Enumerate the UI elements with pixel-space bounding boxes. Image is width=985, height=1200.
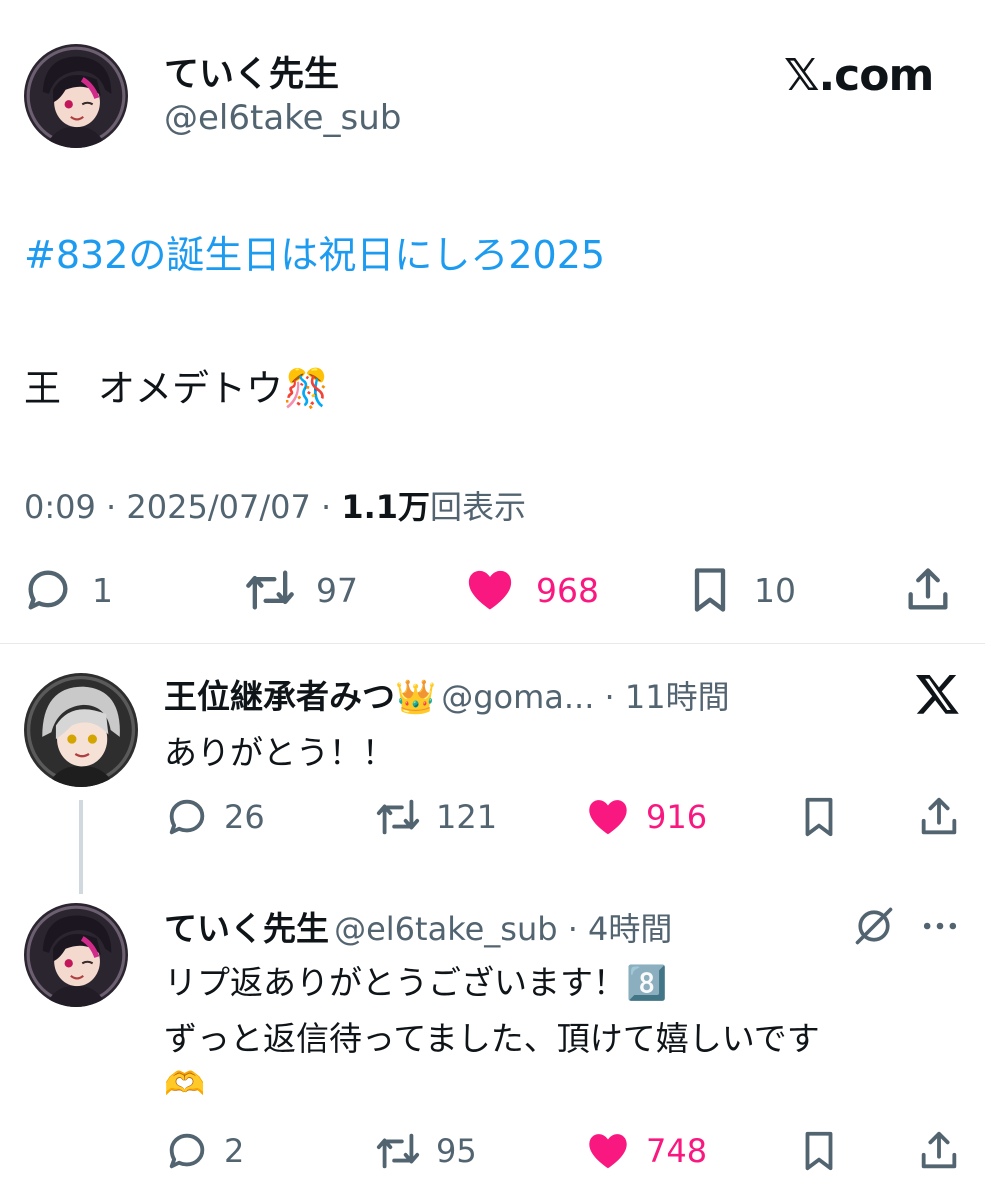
- reply-text: ありがとう！！: [164, 733, 395, 772]
- bookmark-icon: [796, 1128, 842, 1174]
- reply-text-line-3: 🫶: [164, 1064, 206, 1103]
- reply-count: 1: [92, 570, 113, 610]
- tweet-time[interactable]: 0:09: [24, 488, 96, 526]
- reply-avatar[interactable]: [24, 903, 128, 1007]
- x-logo-icon[interactable]: [914, 670, 962, 718]
- retweet-count: 95: [436, 1132, 477, 1170]
- meta-separator: ·: [557, 910, 589, 948]
- tweet-date[interactable]: 2025/07/07: [126, 488, 310, 526]
- thread-connector: [79, 800, 83, 894]
- x-logo-icon: 𝕏.com: [784, 50, 934, 101]
- tweet-text: 王 オメデトウ🎊: [24, 367, 330, 410]
- heart-icon: [462, 564, 518, 616]
- meta-separator: ·: [594, 678, 625, 716]
- bookmark-button[interactable]: [796, 1128, 842, 1174]
- reply-author-handle[interactable]: @goma...: [441, 678, 594, 716]
- reply-button[interactable]: 26: [164, 794, 265, 840]
- author-name[interactable]: ていく先生: [164, 46, 339, 97]
- reply-avatar[interactable]: [24, 673, 138, 787]
- tweet-meta: 0:09 · 2025/07/07 · 1.1万回表示: [24, 482, 526, 528]
- bookmark-button[interactable]: [796, 794, 842, 840]
- share-button[interactable]: [902, 564, 954, 616]
- bookmark-icon: [684, 564, 736, 616]
- reply-text-line-2: ずっと返信待ってました、頂けて嬉しいです: [164, 1019, 820, 1058]
- heart-icon: [584, 794, 632, 840]
- meta-separator: ·: [95, 488, 127, 526]
- reply-header: 王位継承者みつ👑 @goma... · 11時間: [164, 670, 730, 718]
- divider: [0, 643, 985, 644]
- share-icon: [902, 564, 954, 616]
- reply-time[interactable]: 4時間: [588, 910, 672, 948]
- share-icon: [916, 794, 962, 840]
- reply-time[interactable]: 11時間: [625, 678, 730, 716]
- retweet-icon: [374, 794, 422, 840]
- grok-icon[interactable]: [852, 904, 896, 948]
- share-icon: [916, 1128, 962, 1174]
- reply-author-handle[interactable]: @el6take_sub: [334, 910, 557, 948]
- share-button[interactable]: [916, 1128, 962, 1174]
- like-button[interactable]: 968: [462, 564, 599, 616]
- reply-button[interactable]: 1: [22, 564, 113, 616]
- share-button[interactable]: [916, 794, 962, 840]
- reply-author-name[interactable]: ていく先生: [164, 909, 329, 948]
- like-count: 748: [646, 1132, 708, 1170]
- reply-text-line-1: リプ返ありがとうございます！8️⃣: [164, 963, 668, 1002]
- reply-button[interactable]: 2: [164, 1128, 244, 1174]
- retweet-button[interactable]: 97: [242, 564, 358, 616]
- like-count: 968: [536, 570, 599, 610]
- more-icon[interactable]: [918, 904, 962, 948]
- author-handle[interactable]: @el6take_sub: [164, 98, 401, 138]
- meta-separator: ·: [310, 488, 342, 526]
- reply-icon: [22, 564, 74, 616]
- like-button[interactable]: 916: [584, 794, 707, 840]
- retweet-count: 121: [436, 798, 498, 836]
- reply-header: ていく先生 @el6take_sub · 4時間: [164, 902, 672, 950]
- reply-icon: [164, 1128, 210, 1174]
- retweet-count: 97: [316, 570, 358, 610]
- bookmark-count: 10: [754, 570, 796, 610]
- bookmark-icon: [796, 794, 842, 840]
- bookmark-button[interactable]: 10: [684, 564, 796, 616]
- retweet-icon: [242, 564, 298, 616]
- like-button[interactable]: 748: [584, 1128, 707, 1174]
- retweet-icon: [374, 1128, 422, 1174]
- reply-count: 2: [224, 1132, 245, 1170]
- reply-icon: [164, 794, 210, 840]
- retweet-button[interactable]: 121: [374, 794, 497, 840]
- retweet-button[interactable]: 95: [374, 1128, 477, 1174]
- like-count: 916: [646, 798, 708, 836]
- reply-count: 26: [224, 798, 265, 836]
- view-count: 1.1万: [341, 488, 431, 526]
- author-avatar[interactable]: [24, 44, 128, 148]
- hashtag-link[interactable]: #832の誕生日は祝日にしろ2025: [24, 224, 605, 279]
- view-label: 回表示: [430, 488, 527, 526]
- heart-icon: [584, 1128, 632, 1174]
- reply-author-name[interactable]: 王位継承者みつ👑: [164, 677, 436, 716]
